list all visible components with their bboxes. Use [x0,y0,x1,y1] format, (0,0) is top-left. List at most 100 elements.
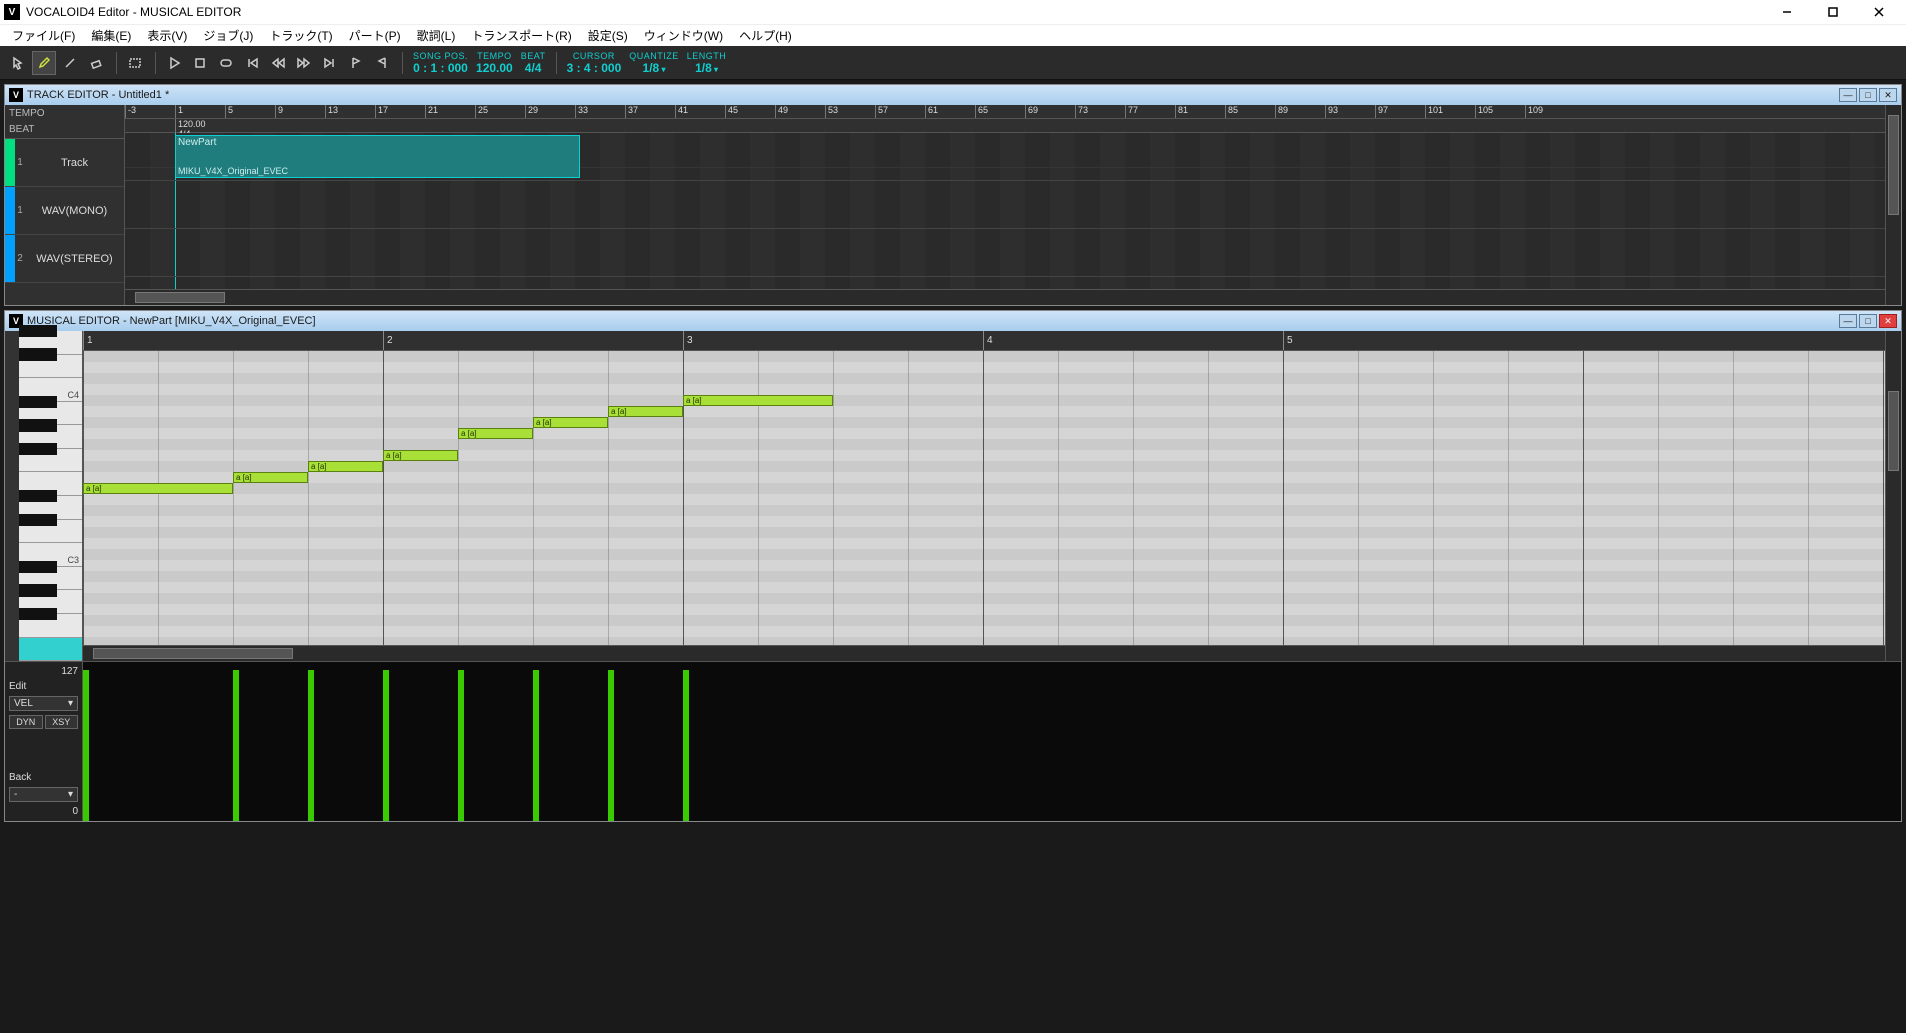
panel-maximize-button[interactable]: □ [1859,88,1877,102]
transport-start[interactable] [240,51,264,75]
transport-stop[interactable] [188,51,212,75]
track-ruler[interactable]: -315913172125293337414549535761656973778… [125,105,1885,119]
menu-item[interactable]: パート(P) [341,25,409,46]
pianoroll-vscroll-thumb[interactable] [1888,391,1899,471]
piano-black-key[interactable] [19,396,57,408]
vel-xsy-button[interactable]: XSY [45,715,79,729]
musical-editor-header[interactable]: V MUSICAL EDITOR - NewPart [MIKU_V4X_Ori… [5,311,1901,331]
panel-minimize-button[interactable]: — [1839,88,1857,102]
pianoroll-hscrollbar[interactable] [83,645,1885,661]
piano-black-key[interactable] [19,443,57,455]
panel-close-button[interactable]: ✕ [1879,88,1897,102]
transport-marker[interactable] [344,51,368,75]
track-lane[interactable] [125,229,1885,277]
piano-key[interactable] [19,449,82,473]
track-lane[interactable]: NewPartMIKU_V4X_Original_EVEC [125,133,1885,181]
note[interactable]: a [a]∿∿∿∿∿∿∿∿∿∿∿∿∿∿∿∿∿∿∿∿ [533,417,608,428]
velocity-bar[interactable] [308,670,314,821]
piano-keyboard[interactable]: C4C3 [5,331,83,661]
menu-item[interactable]: トラック(T) [261,25,340,46]
panel-close-button[interactable]: ✕ [1879,314,1897,328]
menu-item[interactable]: ジョブ(J) [195,25,261,46]
tempo-strip[interactable]: 120.00 4/4 [125,119,1885,133]
menu-item[interactable]: 表示(V) [139,25,195,46]
window-close-button[interactable] [1856,0,1902,24]
transport-end[interactable] [318,51,342,75]
piano-black-key[interactable] [19,325,57,337]
track-header-row[interactable]: 2WAV(STEREO) [5,235,124,283]
tool-line[interactable] [58,51,82,75]
track-hscroll-thumb[interactable] [135,292,225,303]
transport-forward[interactable] [292,51,316,75]
track-hscrollbar[interactable] [125,289,1885,305]
vel-param-select[interactable]: VEL▾ [9,696,78,711]
velocity-bar[interactable] [383,670,389,821]
piano-key[interactable] [19,355,82,379]
tool-eraser[interactable] [84,51,108,75]
note[interactable]: a [a]∿∿∿∿∿∿∿∿∿∿∿∿∿∿∿∿∿∿∿∿ [683,395,833,406]
vel-back-select[interactable]: -▾ [9,787,78,802]
velocity-bar[interactable] [83,670,89,821]
piano-black-key[interactable] [19,608,57,620]
panel-minimize-button[interactable]: — [1839,314,1857,328]
note[interactable]: a [a]∿∿∿∿∿∿∿∿∿∿∿∿∿∿∿∿∿∿∿∿ [233,472,308,483]
tool-arrow[interactable] [6,51,30,75]
velocity-bar[interactable] [458,670,464,821]
menu-item[interactable]: トランスポート(R) [463,25,579,46]
info-tempo[interactable]: TEMPO 120.00 [476,51,513,75]
track-lane[interactable] [125,181,1885,229]
note[interactable]: a [a]∿∿∿∿∿∿∿∿∿∿∿∿∿∿∿∿∿∿∿∿ [458,428,533,439]
piano-black-key[interactable] [19,514,57,526]
track-vscroll-thumb[interactable] [1888,115,1899,215]
piano-black-key[interactable] [19,490,57,502]
piano-black-key[interactable] [19,584,57,596]
menu-item[interactable]: ファイル(F) [4,25,83,46]
transport-rewind[interactable] [266,51,290,75]
velocity-bar[interactable] [533,670,539,821]
track-lanes[interactable]: NewPartMIKU_V4X_Original_EVEC [125,133,1885,289]
track-editor-header[interactable]: V TRACK EDITOR - Untitled1 * — □ ✕ [5,85,1901,105]
vel-dyn-button[interactable]: DYN [9,715,43,729]
piano-key[interactable] [19,638,82,662]
track-vscrollbar[interactable] [1885,105,1901,305]
menu-item[interactable]: 歌詞(L) [409,25,464,46]
piano-black-key[interactable] [19,561,57,573]
pianoroll-grid[interactable]: a [a]∿∿∿∿∿∿∿∿∿∿∿∿∿∿∿∿∿∿∿∿a [a]∿∿∿∿∿∿∿∿∿∿… [83,351,1885,645]
info-song-pos[interactable]: SONG POS. 0 : 1 : 000 [413,51,468,75]
pianoroll-ruler[interactable]: 12345 [83,331,1885,351]
info-length[interactable]: LENGTH 1/8 [687,51,727,75]
track-header-row[interactable]: 1Track [5,139,124,187]
menu-item[interactable]: 編集(E) [83,25,139,46]
velocity-bar[interactable] [683,670,689,821]
piano-key[interactable] [19,614,82,638]
window-maximize-button[interactable] [1810,0,1856,24]
info-beat[interactable]: BEAT 4/4 [521,51,546,75]
menu-item[interactable]: ウィンドウ(W) [636,25,731,46]
tool-pencil[interactable] [32,51,56,75]
info-cursor[interactable]: CURSOR 3 : 4 : 000 [567,51,622,75]
transport-loop[interactable] [214,51,238,75]
transport-marker-end[interactable] [370,51,394,75]
panel-maximize-button[interactable]: □ [1859,314,1877,328]
piano-key[interactable] [19,520,82,544]
piano-black-key[interactable] [19,419,57,431]
note[interactable]: a [a]∿∿∿∿∿∿∿∿∿∿∿∿∿∿∿∿∿∿∿∿ [608,406,683,417]
window-minimize-button[interactable] [1764,0,1810,24]
menu-item[interactable]: ヘルプ(H) [731,25,800,46]
note-lyric: a [a] [86,484,102,493]
note[interactable]: a [a]∿∿∿∿∿∿∿∿∿∿∿∿∿∿∿∿∿∿∿∿ [83,483,233,494]
pianoroll-hscroll-thumb[interactable] [93,648,293,659]
tool-region[interactable] [123,51,147,75]
info-quantize[interactable]: QUANTIZE 1/8 [629,51,679,75]
track-header-row[interactable]: 1WAV(MONO) [5,187,124,235]
velocity-bar[interactable] [233,670,239,821]
velocity-bar[interactable] [608,670,614,821]
note[interactable]: a [a]∿∿∿∿∿∿∿∿∿∿∿∿∿∿∿∿∿∿∿∿ [383,450,458,461]
piano-black-key[interactable] [19,348,57,360]
transport-play[interactable] [162,51,186,75]
menu-item[interactable]: 設定(S) [580,25,636,46]
velocity-graph[interactable] [83,662,1901,821]
pianoroll-vscrollbar[interactable] [1885,331,1901,661]
track-clip[interactable]: NewPartMIKU_V4X_Original_EVEC [175,135,580,178]
note[interactable]: a [a]∿∿∿∿∿∿∿∿∿∿∿∿∿∿∿∿∿∿∿∿ [308,461,383,472]
